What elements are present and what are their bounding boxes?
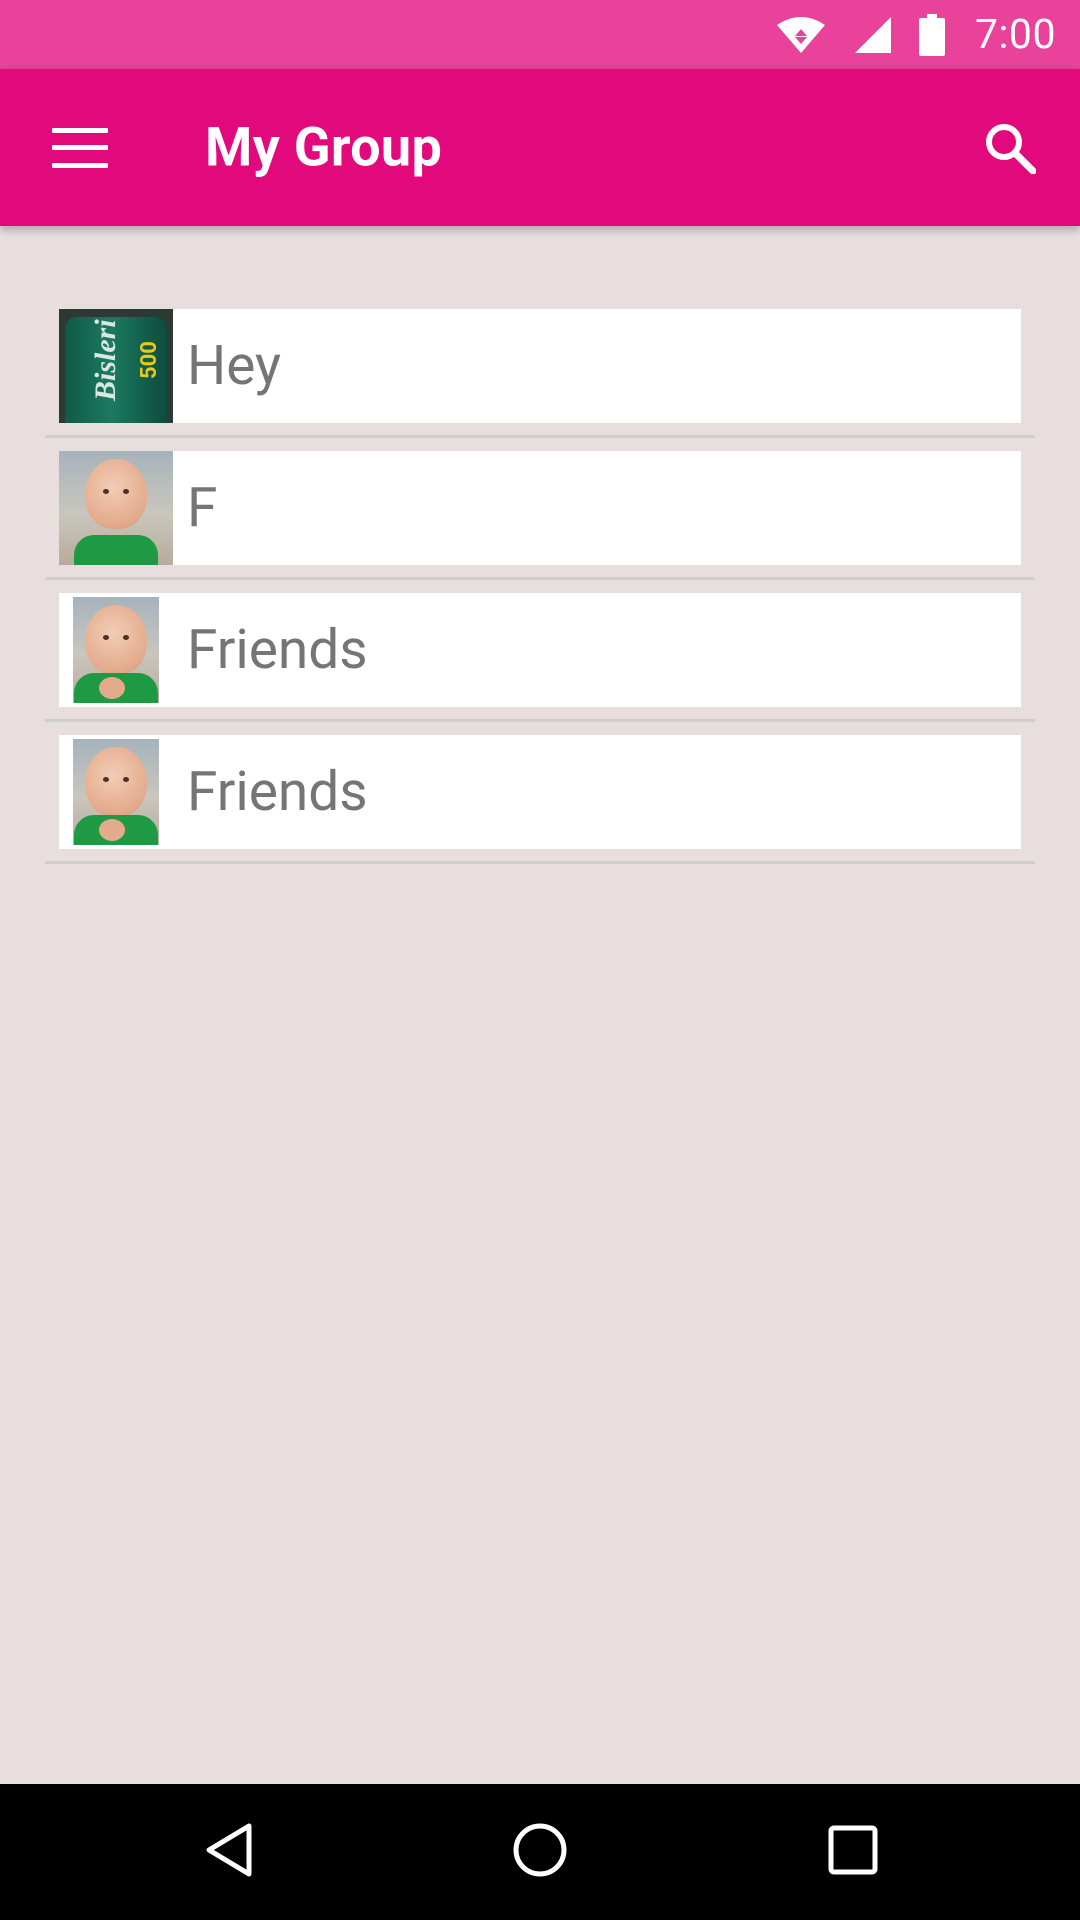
wifi-icon xyxy=(775,15,827,55)
group-card[interactable]: Friends xyxy=(59,735,1021,849)
group-list: Bisleri 500 Hey F Friends Friends xyxy=(45,296,1035,864)
group-card[interactable]: Friends xyxy=(59,593,1021,707)
list-item[interactable]: F xyxy=(45,438,1035,580)
group-thumbnail xyxy=(59,451,173,565)
group-card[interactable]: F xyxy=(59,451,1021,565)
group-thumbnail xyxy=(59,593,173,707)
divider xyxy=(45,861,1035,864)
recents-icon[interactable] xyxy=(828,1825,878,1879)
search-icon[interactable] xyxy=(980,118,1040,178)
group-name: F xyxy=(187,476,218,540)
home-icon[interactable] xyxy=(512,1822,568,1882)
list-item[interactable]: Bisleri 500 Hey xyxy=(45,296,1035,438)
group-name: Friends xyxy=(187,760,368,824)
group-card[interactable]: Bisleri 500 Hey xyxy=(59,309,1021,423)
navigation-bar xyxy=(0,1784,1080,1920)
group-name: Hey xyxy=(187,334,282,398)
group-name: Friends xyxy=(187,618,368,682)
status-time: 7:00 xyxy=(974,10,1056,59)
status-bar: 7:00 xyxy=(0,0,1080,69)
page-title: My Group xyxy=(205,116,443,179)
battery-icon xyxy=(918,13,945,56)
list-item[interactable]: Friends xyxy=(45,722,1035,864)
list-item[interactable]: Friends xyxy=(45,580,1035,722)
cell-signal-icon xyxy=(853,15,893,55)
hamburger-menu-icon[interactable] xyxy=(52,127,108,168)
group-thumbnail: Bisleri 500 xyxy=(59,309,173,423)
app-bar: My Group xyxy=(0,69,1080,226)
back-icon[interactable] xyxy=(203,1822,255,1882)
group-thumbnail xyxy=(59,735,173,849)
